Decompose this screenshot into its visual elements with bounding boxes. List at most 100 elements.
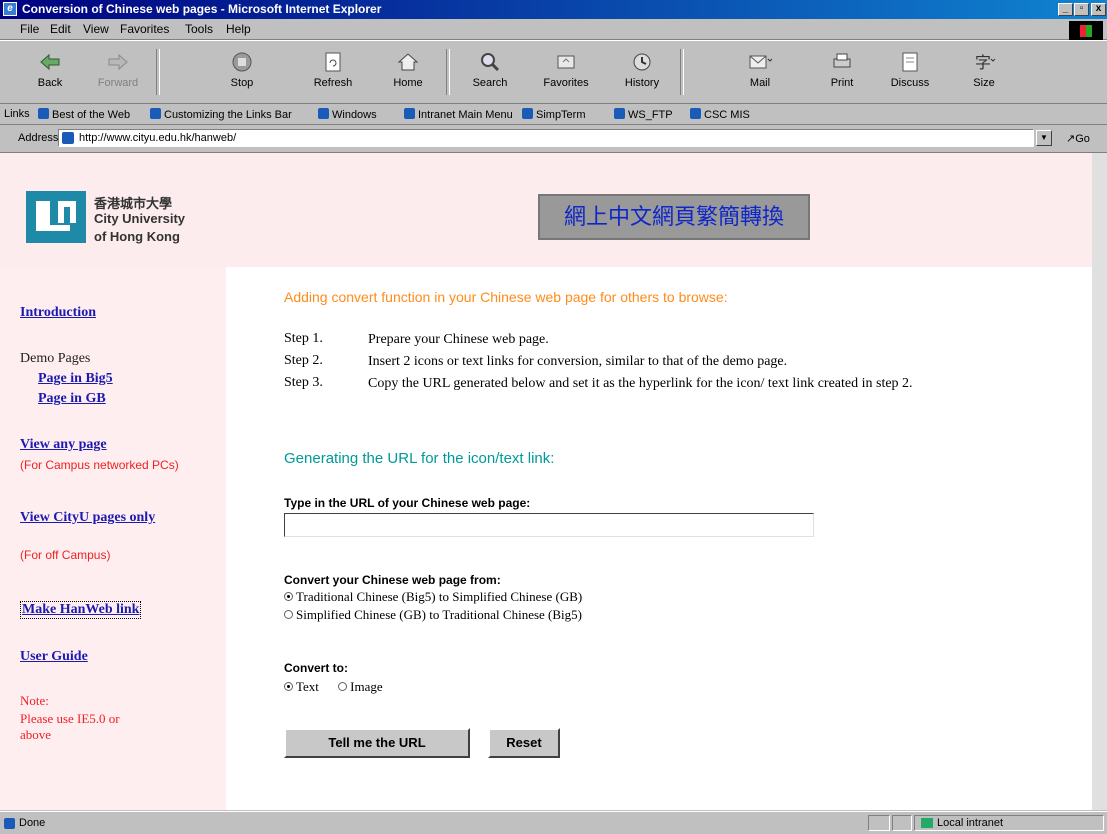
sidebar-link-view-any-page[interactable]: View any page — [20, 437, 107, 453]
logo-english-name-line2: of Hong Kong — [94, 229, 180, 244]
status-bar: Done Local intranet — [0, 811, 1107, 834]
sidebar-link-view-cityu[interactable]: View CityU pages only — [20, 509, 180, 527]
chinese-page-url-input[interactable] — [284, 513, 814, 537]
zone-label: Local intranet — [937, 817, 1004, 829]
menu-edit[interactable]: Edit — [50, 22, 71, 36]
step-item: Step 3. Copy the URL generated below and… — [284, 375, 1044, 397]
ie-page-icon — [62, 132, 74, 144]
address-dropdown-button[interactable]: ▼ — [1036, 130, 1052, 146]
menu-bar: File Edit View Favorites Tools Help — [0, 19, 1107, 40]
logo-english-name-line1: City University — [94, 211, 186, 226]
link-ws-ftp[interactable]: WS_FTP — [614, 108, 673, 121]
cityu-logo-mark-icon — [26, 191, 86, 243]
ie-page-icon — [690, 108, 701, 119]
radio-unselected-icon[interactable] — [284, 610, 293, 619]
ie-page-icon — [318, 108, 329, 119]
menu-view[interactable]: View — [83, 22, 109, 36]
link-csc-mis[interactable]: CSC MIS — [690, 108, 750, 121]
step-number: Step 3. — [284, 375, 323, 390]
standard-toolbar: Back Forward Stop Refresh Home Search Fa… — [0, 40, 1107, 104]
step-text: Copy the URL generated below and set it … — [368, 376, 913, 391]
logo-chinese-name: 香港城市大學 — [94, 196, 173, 211]
favorites-icon — [557, 55, 575, 69]
link-windows[interactable]: Windows — [318, 108, 377, 121]
step-text: Insert 2 icons or text links for convers… — [368, 354, 788, 369]
main-heading: Adding convert function in your Chinese … — [284, 289, 728, 305]
sidebar-link-demo-big5[interactable]: Page in Big5 — [38, 371, 113, 387]
cityu-logo[interactable]: 香港城市大學 City University of Hong Kong — [26, 183, 206, 249]
step-text: Prepare your Chinese web page. — [368, 332, 549, 347]
window-title: Conversion of Chinese web pages - Micros… — [22, 2, 382, 16]
mail-button[interactable]: Mail — [730, 45, 790, 99]
radio-big5-to-gb-label: Traditional Chinese (Big5) to Simplified… — [296, 589, 583, 604]
search-icon — [481, 53, 500, 72]
print-button[interactable]: Print — [812, 45, 872, 99]
address-bar: Address http://www.cityu.edu.hk/hanweb/ … — [0, 126, 1107, 153]
link-best-of-web[interactable]: Best of the Web — [38, 108, 130, 121]
sidebar-view-any-note: (For Campus networked PCs) — [20, 458, 179, 472]
radio-gb-to-big5[interactable]: Simplified Chinese (GB) to Traditional C… — [284, 607, 582, 623]
close-button[interactable]: x — [1091, 3, 1106, 16]
back-label: Back — [37, 77, 63, 89]
radio-selected-icon[interactable] — [284, 592, 293, 601]
font-size-icon: 字 — [975, 53, 996, 72]
radio-text[interactable]: Text — [284, 679, 319, 694]
sidebar-link-user-guide[interactable]: User Guide — [20, 649, 88, 665]
page-banner: 網上中文網頁繁簡轉換 — [538, 194, 810, 240]
size-button[interactable]: 字 Size — [954, 45, 1014, 99]
ie-page-icon — [150, 108, 161, 119]
maximize-button[interactable]: ▫ — [1074, 3, 1089, 16]
minimize-button[interactable]: _ — [1058, 3, 1073, 16]
sidebar-link-introduction[interactable]: Introduction — [20, 305, 96, 321]
steps-list: Step 1. Prepare your Chinese web page. S… — [284, 331, 1044, 397]
go-button[interactable]: ↗Go — [1066, 132, 1090, 145]
generate-url-heading: Generating the URL for the icon/text lin… — [284, 450, 555, 467]
refresh-icon — [325, 52, 341, 72]
ie-page-icon — [38, 108, 49, 119]
sidebar-view-cityu-note: (For off Campus) — [20, 548, 111, 562]
link-simpterm[interactable]: SimpTerm — [522, 108, 586, 121]
back-button[interactable]: Back — [20, 45, 80, 99]
menu-file[interactable]: File — [20, 22, 39, 36]
stop-button[interactable]: Stop — [212, 45, 272, 99]
status-panel — [892, 815, 912, 831]
favorites-button[interactable]: Favorites — [536, 45, 596, 99]
menu-favorites[interactable]: Favorites — [120, 22, 169, 36]
page-content: 香港城市大學 City University of Hong Kong 網上中文… — [0, 153, 1092, 810]
convert-to-label: Convert to: — [284, 661, 348, 675]
link-intranet[interactable]: Intranet Main Menu — [404, 108, 513, 121]
ie-page-icon — [404, 108, 415, 119]
address-url: http://www.cityu.edu.hk/hanweb/ — [79, 132, 237, 144]
radio-big5-to-gb[interactable]: Traditional Chinese (Big5) to Simplified… — [284, 589, 582, 605]
radio-selected-icon[interactable] — [284, 682, 293, 691]
discuss-button[interactable]: Discuss — [880, 45, 940, 99]
forward-arrow-icon — [108, 53, 128, 71]
address-label: Address — [18, 132, 59, 144]
stop-icon — [232, 52, 252, 72]
menu-tools[interactable]: Tools — [185, 22, 213, 36]
refresh-button[interactable]: Refresh — [303, 45, 363, 99]
sidebar-link-make-hanweb[interactable]: Make HanWeb link — [20, 601, 142, 619]
page-header: 香港城市大學 City University of Hong Kong 網上中文… — [0, 153, 1092, 267]
step-number: Step 1. — [284, 331, 323, 346]
home-button[interactable]: Home — [378, 45, 438, 99]
reset-button[interactable]: Reset — [488, 728, 560, 758]
address-input[interactable]: http://www.cityu.edu.hk/hanweb/ — [58, 129, 1034, 147]
intranet-zone-icon — [921, 818, 933, 828]
radio-unselected-icon[interactable] — [338, 682, 348, 691]
radio-image[interactable]: Image — [338, 679, 383, 694]
url-input-label: Type in the URL of your Chinese web page… — [284, 496, 531, 510]
browser-window: e Conversion of Chinese web pages - Micr… — [0, 0, 1107, 834]
refresh-label: Refresh — [313, 77, 353, 89]
forward-button[interactable]: Forward — [88, 45, 148, 99]
svg-text:字: 字 — [975, 53, 991, 72]
sidebar-link-demo-gb[interactable]: Page in GB — [38, 391, 106, 407]
search-button[interactable]: Search — [460, 45, 520, 99]
link-customizing[interactable]: Customizing the Links Bar — [150, 108, 292, 121]
mail-icon — [749, 55, 773, 69]
vertical-scrollbar[interactable] — [1092, 153, 1107, 810]
history-button[interactable]: History — [612, 45, 672, 99]
menu-help[interactable]: Help — [226, 22, 251, 36]
history-icon — [633, 53, 651, 71]
tell-me-url-button[interactable]: Tell me the URL — [284, 728, 470, 758]
